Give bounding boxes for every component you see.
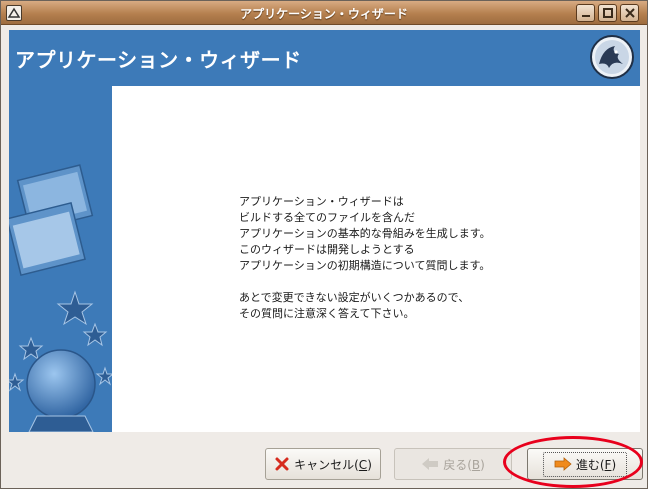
intro-line: ビルドする全てのファイルを含んだ (239, 211, 415, 224)
side-image (9, 86, 112, 432)
forward-button-label: 進む(F) (575, 457, 617, 472)
intro-text: アプリケーション・ウィザードは ビルドする全てのファイルを含んだ アプリケーショ… (239, 194, 491, 322)
wizard-header: アプリケーション・ウィザード (9, 30, 640, 86)
wizard-logo-icon (590, 35, 634, 79)
back-button[interactable]: 戻る(B) (394, 448, 512, 480)
arrow-left-icon (422, 458, 439, 470)
content-area: アプリケーション・ウィザードは ビルドする全てのファイルを含んだ アプリケーショ… (112, 86, 640, 432)
page-title: アプリケーション・ウィザード (15, 48, 302, 72)
maximize-button[interactable] (598, 4, 617, 22)
window-title: アプリケーション・ウィザード (240, 7, 408, 21)
cancel-x-icon (275, 457, 289, 471)
arrow-right-icon (554, 457, 572, 471)
wizard-window: アプリケーション・ウィザード アプリケーション・ウィザード アプリケーション・ウ… (0, 0, 648, 489)
intro-line: その質問に注意深く答えて下さい。 (239, 307, 415, 320)
minimize-button[interactable] (576, 4, 595, 22)
cancel-button-label: キャンセル(C) (294, 457, 372, 472)
close-icon (624, 8, 635, 18)
forward-button-focus: 進む(F) (542, 451, 628, 477)
maximize-icon (602, 8, 613, 18)
intro-spacer (239, 274, 491, 290)
intro-line: あとで変更できない設定がいくつかあるので、 (239, 291, 470, 304)
cancel-button[interactable]: キャンセル(C) (265, 448, 381, 480)
intro-line: このウィザードは開発しようとする (239, 243, 415, 256)
close-button[interactable] (620, 4, 639, 22)
intro-line: アプリケーションの初期構造について質問します。 (239, 259, 491, 272)
intro-line: アプリケーション・ウィザードは (239, 195, 404, 208)
title-bar[interactable]: アプリケーション・ウィザード (1, 1, 647, 25)
wizard-illustration-icon (9, 164, 112, 432)
back-button-label: 戻る(B) (443, 457, 485, 472)
intro-line: アプリケーションの基本的な骨組みを生成します。 (239, 227, 491, 240)
minimize-icon (581, 15, 590, 17)
forward-button[interactable]: 進む(F) (527, 448, 643, 480)
